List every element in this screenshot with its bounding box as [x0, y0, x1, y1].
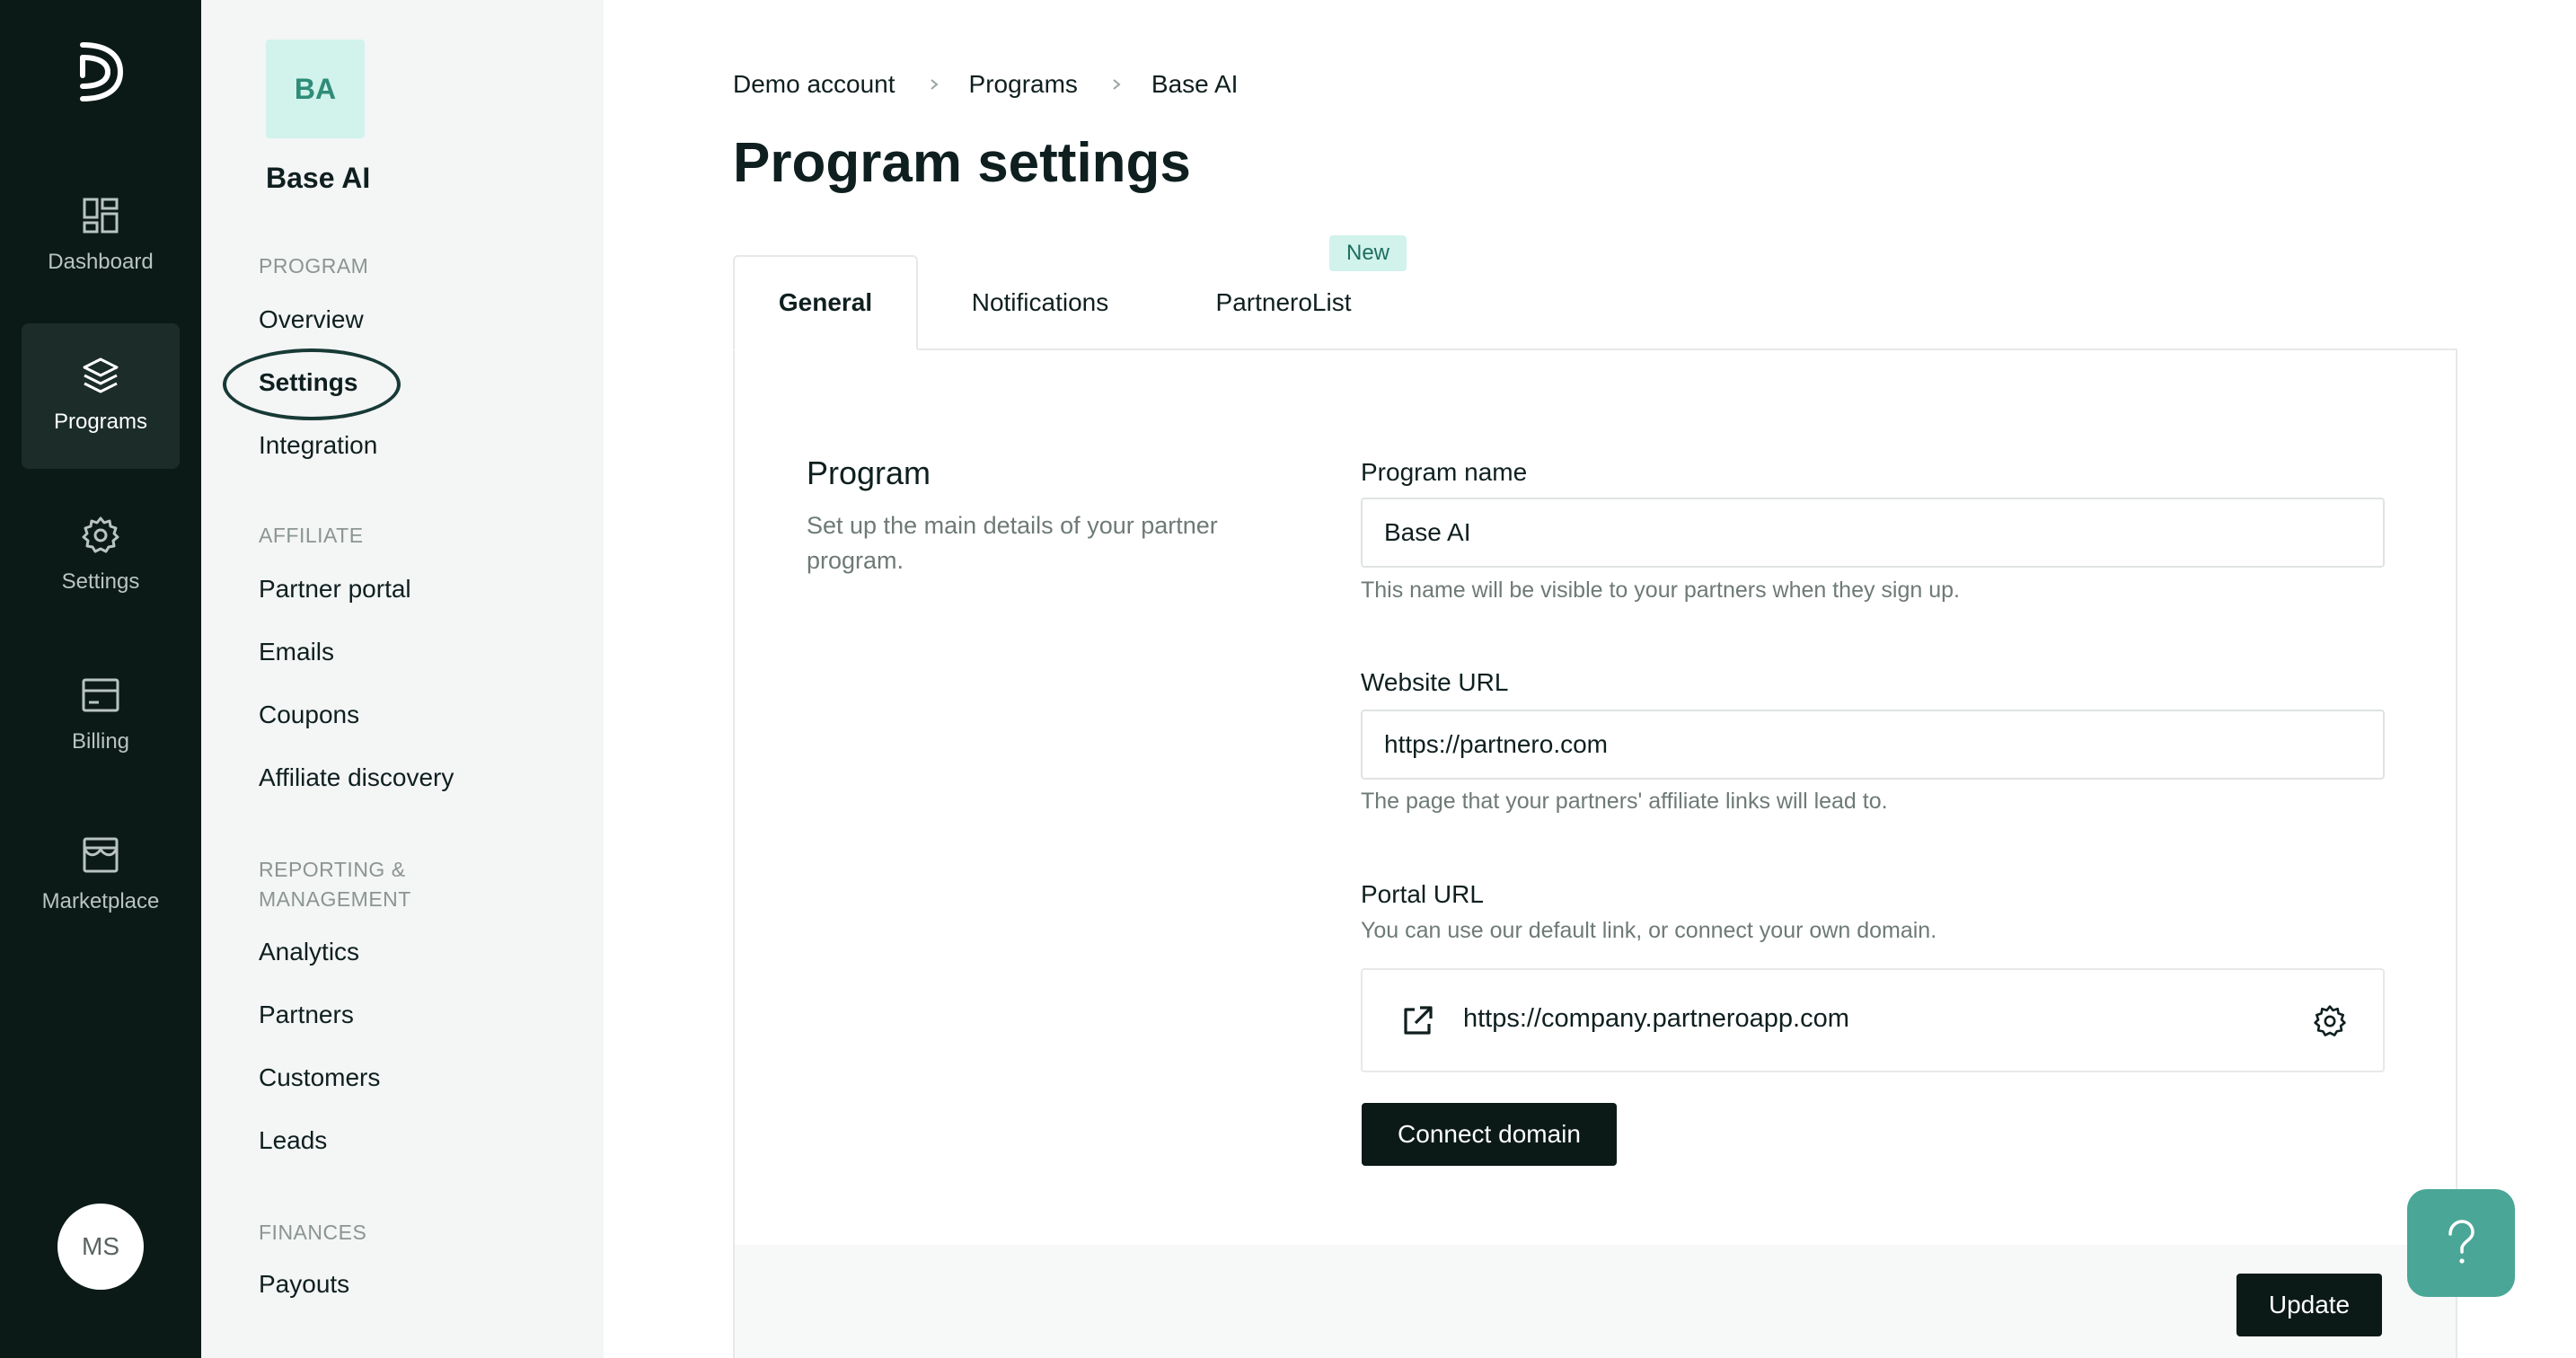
sidebar-item-partner-portal[interactable]: Partner portal: [259, 575, 411, 604]
section-title-program: PROGRAM: [259, 254, 369, 278]
website-url-hint: The page that your partners' affiliate l…: [1361, 789, 1888, 814]
portal-url-label: Portal URL: [1361, 880, 1484, 908]
sidebar-item-emails[interactable]: Emails: [259, 638, 334, 666]
sidebar-item-affiliate-discovery[interactable]: Affiliate discovery: [259, 763, 454, 792]
sidebar-item-customers[interactable]: Customers: [259, 1063, 380, 1092]
rail-item-dashboard[interactable]: Dashboard: [22, 163, 180, 309]
breadcrumb: Demo account Programs Base AI: [733, 70, 1238, 99]
website-url-input[interactable]: [1361, 710, 2385, 780]
sidebar-item-partners[interactable]: Partners: [259, 1001, 354, 1029]
layers-icon: [83, 357, 119, 393]
main-rail: Dashboard Programs Settings Billing Mark…: [0, 0, 201, 1358]
portal-url-box: https://company.partneroapp.com: [1361, 968, 2385, 1072]
website-url-label: Website URL: [1361, 668, 1509, 696]
rail-item-label: Dashboard: [48, 250, 154, 274]
tab-notifications[interactable]: Notifications: [959, 255, 1121, 350]
chevron-right-icon: [1113, 79, 1121, 90]
update-button[interactable]: Update: [2236, 1274, 2382, 1336]
rail-item-marketplace[interactable]: Marketplace: [22, 803, 180, 948]
rail-item-label: Programs: [53, 410, 148, 434]
help-button[interactable]: [2407, 1189, 2515, 1297]
new-badge: New: [1329, 235, 1407, 271]
program-avatar: BA: [266, 40, 365, 138]
store-icon: [83, 837, 119, 873]
portal-url-value: https://company.partneroapp.com: [1463, 1004, 1849, 1033]
program-sidebar: BA Base AI PROGRAM Overview Settings Int…: [201, 0, 604, 1358]
sidebar-item-analytics[interactable]: Analytics: [259, 938, 359, 966]
rail-item-programs[interactable]: Programs: [22, 323, 180, 469]
program-name-input[interactable]: [1361, 498, 2385, 568]
section-title-reporting: REPORTING & MANAGEMENT: [259, 855, 411, 914]
user-avatar[interactable]: MS: [57, 1204, 144, 1290]
section-title-finances: FINANCES: [259, 1221, 367, 1244]
section-title-line2: MANAGEMENT: [259, 887, 411, 911]
program-name-label: Program name: [1361, 458, 1528, 486]
section-title-line1: REPORTING &: [259, 858, 406, 881]
partnero-logo-icon[interactable]: [75, 40, 126, 104]
external-link-icon[interactable]: [1400, 1004, 1434, 1038]
portal-url-hint: You can use our default link, or connect…: [1361, 918, 1937, 943]
breadcrumb-base-ai: Base AI: [1151, 70, 1239, 98]
breadcrumb-demo-account[interactable]: Demo account: [733, 70, 895, 99]
section-description: Set up the main details of your partner …: [807, 512, 1218, 574]
sidebar-item-leads[interactable]: Leads: [259, 1126, 327, 1155]
chevron-right-icon: [930, 79, 939, 90]
rail-item-label: Settings: [61, 569, 140, 594]
gear-icon: [82, 516, 119, 553]
rail-item-label: Billing: [71, 729, 130, 754]
panel-footer: [735, 1245, 2456, 1358]
sidebar-item-settings[interactable]: Settings: [259, 368, 357, 397]
program-name: Base AI: [266, 162, 371, 194]
section-heading: Program: [807, 454, 931, 491]
rail-item-billing[interactable]: Billing: [22, 643, 180, 789]
sidebar-item-payouts[interactable]: Payouts: [259, 1270, 349, 1299]
sidebar-item-integration[interactable]: Integration: [259, 431, 377, 460]
sidebar-item-overview[interactable]: Overview: [259, 305, 364, 334]
page-title: Program settings: [733, 132, 1191, 194]
breadcrumb-programs[interactable]: Programs: [969, 70, 1078, 99]
billing-icon: [82, 678, 119, 712]
gear-icon[interactable]: [2313, 1004, 2347, 1038]
tab-general[interactable]: General: [733, 255, 918, 350]
question-icon: [2448, 1220, 2475, 1264]
rail-item-label: Marketplace: [41, 889, 160, 913]
dashboard-icon: [83, 198, 119, 234]
connect-domain-button[interactable]: Connect domain: [1362, 1103, 1617, 1166]
program-name-hint: This name will be visible to your partne…: [1361, 578, 1960, 603]
sidebar-item-coupons[interactable]: Coupons: [259, 701, 359, 729]
rail-item-settings[interactable]: Settings: [22, 483, 180, 629]
section-title-affiliate: AFFILIATE: [259, 524, 364, 547]
